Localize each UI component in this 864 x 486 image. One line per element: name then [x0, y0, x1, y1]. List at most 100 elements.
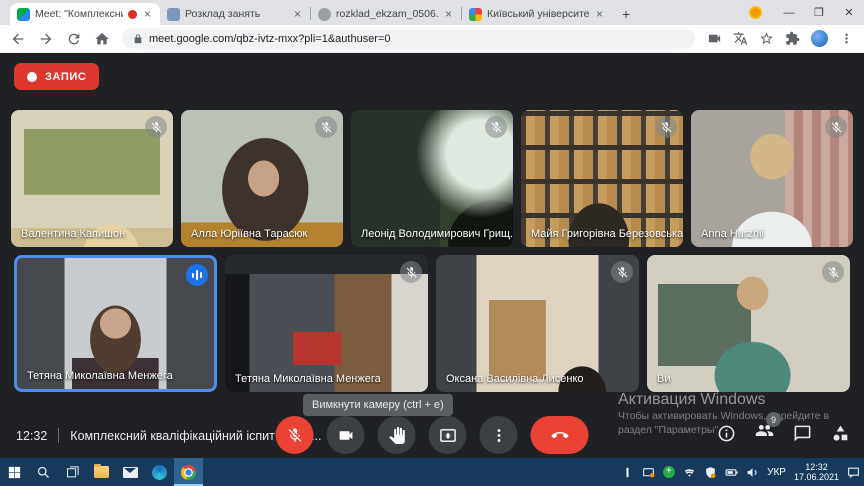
divider [58, 428, 59, 443]
tab-close-icon[interactable]: × [292, 8, 303, 20]
pdf-favicon [318, 8, 331, 21]
meet-main-area: ЗАПИС Валентина Капишон Алла Юріївна Тар… [0, 53, 864, 458]
more-options-button[interactable] [480, 416, 518, 454]
system-tray: УКР 12:32 17.06.2021 [621, 458, 864, 486]
meeting-details-icon[interactable] [717, 424, 736, 443]
activities-icon[interactable] [831, 424, 850, 443]
battery-icon[interactable] [725, 466, 738, 479]
record-dot-icon [27, 72, 37, 82]
start-button[interactable] [0, 458, 29, 486]
mic-muted-icon [485, 116, 507, 138]
defender-shield-icon[interactable] [704, 466, 717, 479]
screen: Meet: "Комплексний кваліф × Розклад заня… [0, 0, 864, 486]
participant-tile[interactable]: Тетяна Миколаївна Менжега [225, 255, 428, 392]
participant-tile[interactable]: Anna Hurzhii [691, 110, 853, 247]
participant-name: Тетяна Миколаївна Менжега [27, 370, 173, 382]
mic-muted-icon [655, 116, 677, 138]
chrome-menu-icon[interactable] [839, 31, 854, 46]
participant-tile-active-speaker[interactable]: Тетяна Миколаївна Менжега [14, 255, 217, 392]
tab-pdf[interactable]: rozklad_ekzam_0506.pdf × [311, 3, 461, 25]
forward-icon[interactable] [38, 31, 54, 47]
pen-icon[interactable] [621, 466, 634, 479]
window-controls: — ❐ ✕ [749, 0, 864, 25]
home-icon[interactable] [94, 31, 110, 47]
participants-panel-button[interactable]: 9 [755, 421, 774, 445]
meet-panel-icons: 9 [717, 421, 850, 445]
lock-icon [133, 34, 143, 44]
tab-close-icon[interactable]: × [443, 8, 454, 20]
tab-close-icon[interactable]: × [142, 8, 153, 20]
toolbar-right [707, 30, 854, 47]
address-bar[interactable]: meet.google.com/qbz-ivtz-mxx?pli=1&authu… [122, 28, 695, 49]
file-explorer-icon[interactable] [87, 458, 116, 486]
mic-muted-icon [145, 116, 167, 138]
participant-name: Тетяна Миколаївна Менжега [235, 373, 381, 385]
browser-tab-strip: Meet: "Комплексний кваліф × Розклад заня… [0, 0, 864, 25]
participant-name: Алла Юріївна Тарасюк [191, 228, 307, 240]
action-center-icon[interactable] [847, 466, 860, 479]
maximize-button[interactable]: ❐ [804, 6, 834, 19]
reload-icon[interactable] [66, 31, 82, 47]
browser-toolbar: meet.google.com/qbz-ivtz-mxx?pli=1&authu… [0, 25, 864, 53]
raise-hand-button[interactable] [378, 416, 416, 454]
participant-name: Валентина Капишон [21, 228, 125, 240]
speaking-indicator-icon [186, 264, 208, 286]
participants-count-badge: 9 [766, 412, 781, 427]
wifi-icon[interactable] [683, 466, 696, 479]
mic-muted-icon [825, 116, 847, 138]
chrome-taskbar-icon[interactable] [174, 458, 203, 486]
tab-title: rozklad_ekzam_0506.pdf [336, 8, 438, 20]
chat-icon[interactable] [793, 424, 812, 443]
present-screen-button[interactable] [429, 416, 467, 454]
display-notification-icon[interactable] [642, 466, 655, 479]
video-row-1: Валентина Капишон Алла Юріївна Тарасюк Л… [0, 110, 864, 247]
participant-tile[interactable]: Валентина Капишон [11, 110, 173, 247]
antivirus-icon[interactable] [663, 466, 675, 478]
participant-tile[interactable]: Майя Григорівна Березовська [521, 110, 683, 247]
participant-name: Anna Hurzhii [701, 228, 764, 240]
mail-icon[interactable] [116, 458, 145, 486]
mic-muted-icon [315, 116, 337, 138]
chrome-update-icon[interactable] [749, 6, 762, 19]
leave-call-button[interactable] [531, 416, 589, 454]
tab-university[interactable]: Київський університет імені Бор × [462, 3, 612, 25]
participant-tile[interactable]: Алла Юріївна Тарасюк [181, 110, 343, 247]
self-view-tile[interactable]: Ви [647, 255, 850, 392]
tab-title: Розклад занять [185, 8, 287, 20]
tab-title: Київський університет імені Бор [487, 8, 589, 20]
tab-schedule[interactable]: Розклад занять × [160, 3, 310, 25]
back-icon[interactable] [10, 31, 26, 47]
volume-icon[interactable] [746, 466, 759, 479]
camera-permission-icon[interactable] [707, 31, 722, 46]
participant-name: Оксана Василівна Лисенко [446, 373, 584, 385]
participant-tile[interactable]: Оксана Василівна Лисенко [436, 255, 639, 392]
windows-taskbar: УКР 12:32 17.06.2021 [0, 458, 864, 486]
video-row-2: Тетяна Миколаївна Менжега Тетяна Миколаї… [0, 255, 864, 392]
participant-name: Майя Григорівна Березовська [531, 228, 683, 240]
search-icon[interactable] [29, 458, 58, 486]
task-view-icon[interactable] [58, 458, 87, 486]
mic-toggle-button[interactable] [276, 416, 314, 454]
recording-label: ЗАПИС [45, 71, 86, 83]
camera-toggle-button[interactable] [327, 416, 365, 454]
minimize-button[interactable]: — [774, 7, 804, 19]
video-grid: Валентина Капишон Алла Юріївна Тарасюк Л… [0, 110, 864, 400]
taskbar-clock[interactable]: 12:32 17.06.2021 [794, 462, 839, 483]
participant-tile[interactable]: Леонід Володимирович Грищ... [351, 110, 513, 247]
call-controls [276, 416, 589, 454]
translate-icon[interactable] [733, 31, 748, 46]
profile-avatar[interactable] [811, 30, 828, 47]
mic-muted-icon [400, 261, 422, 283]
close-window-button[interactable]: ✕ [834, 6, 864, 19]
new-tab-button[interactable]: + [612, 6, 640, 25]
bookmark-star-icon[interactable] [759, 31, 774, 46]
tab-close-icon[interactable]: × [594, 8, 605, 20]
taskbar-left [0, 458, 203, 486]
extensions-icon[interactable] [785, 31, 800, 46]
tab-meet[interactable]: Meet: "Комплексний кваліф × [10, 3, 160, 25]
edge-icon[interactable] [145, 458, 174, 486]
participant-name: Леонід Володимирович Грищ... [361, 228, 513, 240]
mic-muted-icon [822, 261, 844, 283]
language-indicator[interactable]: УКР [767, 467, 786, 478]
mic-muted-icon [611, 261, 633, 283]
